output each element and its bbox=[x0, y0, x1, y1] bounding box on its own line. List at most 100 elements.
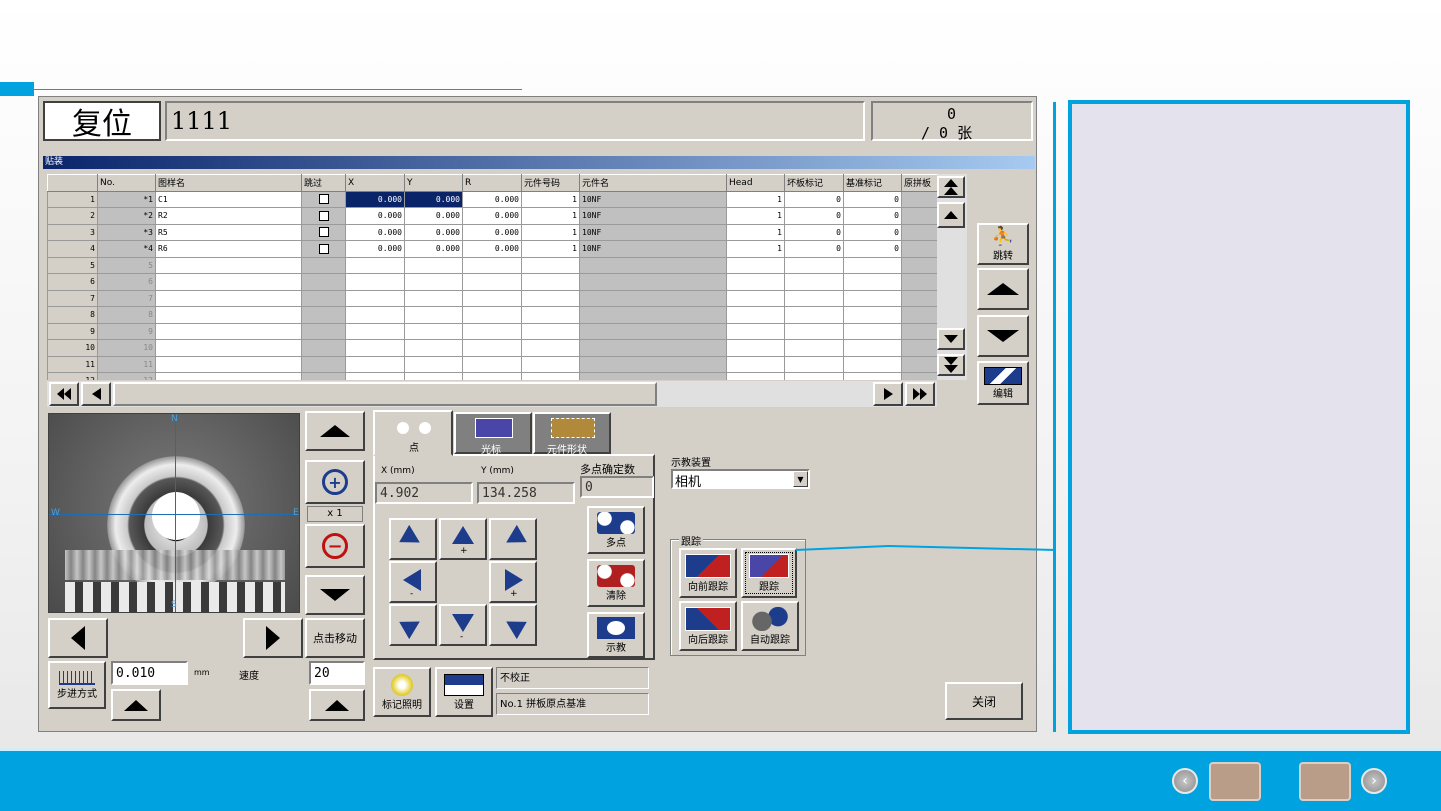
prev-arrow-icon[interactable]: ‹ bbox=[1172, 768, 1198, 794]
table-cell-x[interactable]: 0.000 bbox=[345, 240, 405, 258]
scroll-down-button[interactable] bbox=[937, 328, 965, 350]
placement-table[interactable]: No. 图样名 跳过 X Y R 元件号码 元件名 Head 坏板标记 基准标记 原拼板 1 *1 C1 0… bbox=[47, 174, 937, 380]
table-cell-base[interactable]: 0 bbox=[843, 190, 902, 208]
table-cell-x[interactable] bbox=[345, 339, 405, 357]
table-cell-name[interactable] bbox=[155, 306, 302, 324]
table-cell-name[interactable]: C1 bbox=[155, 190, 302, 208]
table-cell-no[interactable]: 6 bbox=[97, 273, 156, 291]
table-row[interactable]: 1212 bbox=[47, 372, 937, 380]
table-cell-bad[interactable] bbox=[784, 339, 844, 357]
camera-left-button[interactable] bbox=[48, 618, 108, 658]
table-cell-name[interactable] bbox=[155, 289, 302, 307]
skip-checkbox[interactable] bbox=[318, 243, 329, 254]
camera-down-button[interactable] bbox=[305, 575, 365, 615]
step-up-button[interactable] bbox=[111, 689, 161, 721]
scroll-top-button[interactable] bbox=[937, 176, 965, 198]
table-cell-head[interactable] bbox=[726, 322, 785, 340]
table-cell-skip[interactable] bbox=[301, 322, 346, 340]
track-forward-button[interactable]: 向前跟踪 bbox=[679, 548, 737, 598]
table-row[interactable]: 4 *4 R6 0.000 0.000 0.000 1 10NF 1 0 0 bbox=[47, 240, 937, 258]
table-cell-x[interactable] bbox=[345, 372, 405, 380]
table-cell-partno[interactable]: 1 bbox=[521, 207, 580, 225]
multi-point-button[interactable]: 多点 bbox=[587, 506, 645, 554]
multi-count-field[interactable] bbox=[580, 476, 654, 498]
table-cell-idx[interactable]: 10 bbox=[47, 339, 98, 357]
table-cell-r[interactable]: 0.000 bbox=[462, 223, 522, 241]
table-cell-orig[interactable] bbox=[901, 273, 937, 291]
table-cell-head[interactable] bbox=[726, 289, 785, 307]
prev-button[interactable] bbox=[1209, 762, 1261, 801]
tab-point[interactable]: 点 bbox=[373, 410, 453, 456]
table-cell-partno[interactable] bbox=[521, 289, 580, 307]
table-cell-bad[interactable] bbox=[784, 355, 844, 373]
table-cell-head[interactable]: 1 bbox=[726, 190, 785, 208]
table-cell-base[interactable] bbox=[843, 355, 902, 373]
table-cell-part[interactable]: 10NF bbox=[579, 240, 727, 258]
jog-down-left-button[interactable] bbox=[389, 604, 437, 646]
table-cell-idx[interactable]: 4 bbox=[47, 240, 98, 258]
table-cell-x[interactable] bbox=[345, 289, 405, 307]
table-row[interactable]: 99 bbox=[47, 322, 937, 340]
table-cell-name[interactable] bbox=[155, 355, 302, 373]
table-cell-part[interactable] bbox=[579, 289, 727, 307]
table-cell-orig[interactable] bbox=[901, 339, 937, 357]
scroll-bottom-button[interactable] bbox=[937, 354, 965, 376]
table-cell-x[interactable]: 0.000 bbox=[345, 223, 405, 241]
camera-view[interactable]: N S W E bbox=[48, 413, 300, 613]
table-cell-idx[interactable]: 12 bbox=[47, 372, 98, 380]
table-cell-head[interactable]: 1 bbox=[726, 207, 785, 225]
scroll-up-button[interactable] bbox=[937, 202, 965, 228]
table-cell-skip[interactable] bbox=[301, 289, 346, 307]
table-cell-orig[interactable] bbox=[901, 223, 937, 241]
table-cell-bad[interactable]: 0 bbox=[784, 240, 844, 258]
table-cell-skip[interactable] bbox=[301, 306, 346, 324]
table-cell-y[interactable] bbox=[404, 372, 463, 380]
table-cell-partno[interactable] bbox=[521, 355, 580, 373]
table-cell-y[interactable] bbox=[404, 273, 463, 291]
table-cell-y[interactable]: 0.000 bbox=[404, 190, 463, 208]
next-button[interactable] bbox=[1299, 762, 1351, 801]
table-cell-part[interactable] bbox=[579, 256, 727, 274]
skip-checkbox[interactable] bbox=[318, 227, 329, 238]
table-cell-y[interactable] bbox=[404, 322, 463, 340]
table-cell-skip[interactable] bbox=[301, 207, 346, 225]
table-cell-part[interactable]: 10NF bbox=[579, 190, 727, 208]
mark-light-button[interactable]: 标记照明 bbox=[373, 667, 431, 717]
table-cell-head[interactable] bbox=[726, 306, 785, 324]
table-cell-r[interactable] bbox=[462, 273, 522, 291]
jog-down-right-button[interactable] bbox=[489, 604, 537, 646]
table-cell-r[interactable] bbox=[462, 256, 522, 274]
table-cell-partno[interactable]: 1 bbox=[521, 190, 580, 208]
table-cell-x[interactable] bbox=[345, 273, 405, 291]
table-cell-base[interactable] bbox=[843, 372, 902, 380]
jog-down-button[interactable]: - bbox=[439, 604, 487, 646]
table-row[interactable]: 1 *1 C1 0.000 0.000 0.000 1 10NF 1 0 0 bbox=[47, 190, 937, 208]
camera-right-button[interactable] bbox=[243, 618, 303, 658]
next-arrow-icon[interactable]: › bbox=[1361, 768, 1387, 794]
table-cell-part[interactable] bbox=[579, 355, 727, 373]
table-cell-r[interactable]: 0.000 bbox=[462, 190, 522, 208]
table-cell-y[interactable]: 0.000 bbox=[404, 240, 463, 258]
jump-button[interactable]: ⛹ 跳转 bbox=[977, 223, 1029, 265]
table-cell-partno[interactable] bbox=[521, 306, 580, 324]
tab-shape[interactable]: 元件形状 bbox=[533, 412, 611, 456]
table-cell-name[interactable] bbox=[155, 372, 302, 380]
table-vscroll[interactable] bbox=[937, 174, 967, 380]
table-cell-idx[interactable]: 3 bbox=[47, 223, 98, 241]
table-cell-skip[interactable] bbox=[301, 223, 346, 241]
jog-left-button[interactable]: - bbox=[389, 561, 437, 603]
jog-up-right-button[interactable] bbox=[489, 518, 537, 560]
table-cell-no[interactable]: *1 bbox=[97, 190, 156, 208]
scroll-left-button[interactable] bbox=[81, 382, 111, 406]
table-cell-bad[interactable]: 0 bbox=[784, 223, 844, 241]
table-cell-orig[interactable] bbox=[901, 322, 937, 340]
jog-right-button[interactable]: + bbox=[489, 561, 537, 603]
table-cell-bad[interactable]: 0 bbox=[784, 190, 844, 208]
table-cell-orig[interactable] bbox=[901, 372, 937, 380]
clear-button[interactable]: 清除 bbox=[587, 559, 645, 607]
table-cell-part[interactable]: 10NF bbox=[579, 223, 727, 241]
table-cell-idx[interactable]: 5 bbox=[47, 256, 98, 274]
table-cell-base[interactable] bbox=[843, 273, 902, 291]
table-cell-x[interactable] bbox=[345, 322, 405, 340]
table-cell-r[interactable] bbox=[462, 322, 522, 340]
